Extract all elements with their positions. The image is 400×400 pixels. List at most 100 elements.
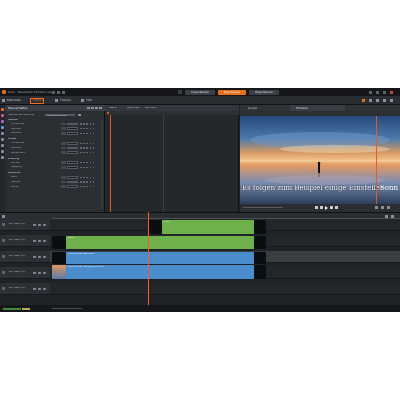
toolbar-effekte[interactable]: Effekte: [33, 99, 43, 102]
keyframe-toggle-icon[interactable]: [92, 127, 95, 130]
help-icon[interactable]: [369, 90, 372, 94]
keyframe-toggle-icon[interactable]: [86, 176, 88, 179]
value-field[interactable]: [67, 142, 78, 145]
keyframe-toggle-icon[interactable]: [89, 166, 92, 169]
value-stepper[interactable]: [61, 161, 66, 164]
keyframe-toggle-icon[interactable]: [86, 142, 88, 145]
value-field[interactable]: [67, 161, 78, 164]
keyframe-toggle-icon[interactable]: [80, 151, 82, 154]
keyframe-toggle-icon[interactable]: [83, 132, 85, 135]
audio-tool-icon[interactable]: [1, 132, 4, 135]
tab-bearbeiten[interactable]: Bearbeiten: [218, 89, 246, 95]
layout-icon[interactable]: [369, 98, 372, 102]
scrub-bar[interactable]: [243, 207, 283, 209]
fast-forward-icon[interactable]: [335, 206, 338, 209]
keyframe-toggle-icon[interactable]: [89, 123, 92, 125]
reset-icon[interactable]: [87, 106, 90, 110]
keyframe-toggle-icon[interactable]: [92, 176, 95, 179]
keyframe-toggle-icon[interactable]: [89, 151, 92, 154]
value-field[interactable]: [67, 127, 78, 130]
keyframe-toggle-icon[interactable]: [83, 166, 85, 169]
step-back-icon[interactable]: [320, 206, 323, 209]
keyframe-toggle-icon[interactable]: [89, 181, 92, 183]
keyframe-toggle-icon[interactable]: [80, 185, 82, 188]
track-visibility-icon[interactable]: [2, 287, 5, 290]
value-field[interactable]: [67, 176, 78, 179]
speed-tool-icon[interactable]: [1, 150, 4, 153]
zoom-icon[interactable]: [385, 215, 388, 218]
timeline-clip[interactable]: Titel: [148, 220, 266, 234]
keyframe-toggle-icon[interactable]: [86, 123, 88, 125]
fit-icon[interactable]: [391, 215, 394, 218]
keyframe-toggle-icon[interactable]: [86, 132, 88, 135]
keyframe-toggle-icon[interactable]: [89, 147, 92, 149]
keyframe-toggle-icon[interactable]: [89, 176, 92, 179]
keyframe-toggle-icon[interactable]: [80, 123, 82, 125]
view-icon[interactable]: [390, 98, 393, 102]
value-stepper[interactable]: [61, 122, 66, 126]
value-field[interactable]: [67, 166, 78, 169]
mute-icon[interactable]: [38, 223, 41, 227]
preset-save-icon[interactable]: [78, 113, 81, 117]
keyframe-toggle-icon[interactable]: [86, 147, 88, 149]
mute-icon[interactable]: [38, 287, 41, 291]
timeline-ruler[interactable]: [0, 212, 400, 219]
keyframe-toggle-icon[interactable]: [83, 142, 85, 145]
track-visibility-icon[interactable]: [2, 271, 5, 274]
effects-section-title[interactable]: Position: [8, 119, 18, 122]
solo-icon[interactable]: [43, 255, 46, 259]
timeline-scrollbar[interactable]: [52, 308, 82, 309]
effects-section-title[interactable]: Größe: [8, 138, 16, 141]
keyframe-toggle-icon[interactable]: [86, 181, 88, 183]
rewind-icon[interactable]: [315, 206, 318, 209]
save-icon[interactable]: [62, 90, 65, 94]
text-tool-icon[interactable]: [1, 138, 4, 141]
lock-icon[interactable]: [33, 255, 36, 259]
mute-icon[interactable]: [38, 271, 41, 275]
keyframe-toggle-icon[interactable]: [92, 166, 95, 169]
lock-icon[interactable]: [33, 239, 36, 243]
value-field[interactable]: [67, 132, 78, 135]
track-visibility-icon[interactable]: [2, 239, 5, 242]
lock-icon[interactable]: [33, 223, 36, 227]
effects-section-title[interactable]: Drehung: [8, 158, 19, 161]
value-stepper[interactable]: [61, 146, 66, 150]
fullscreen-preview-icon[interactable]: [381, 206, 384, 209]
mute-icon[interactable]: [38, 239, 41, 243]
track-header[interactable]: A/V Spur (4): [0, 219, 50, 231]
step-forward-icon[interactable]: [330, 206, 333, 209]
keyframe-toggle-icon[interactable]: [83, 147, 85, 149]
volume-icon[interactable]: [375, 206, 378, 209]
keyframe-toggle-icon[interactable]: [89, 161, 92, 164]
fullscreen-icon[interactable]: [376, 98, 379, 102]
keyframe-toggle-icon[interactable]: [92, 151, 95, 154]
value-field[interactable]: [67, 151, 78, 154]
motion-tool-icon[interactable]: [1, 156, 4, 159]
lock-icon[interactable]: [33, 287, 36, 291]
keyframe-toggle-icon[interactable]: [80, 176, 82, 179]
keyframe-toggle-icon[interactable]: [89, 142, 92, 145]
keyframe-toggle-icon[interactable]: [86, 127, 88, 130]
mute-icon[interactable]: [38, 255, 41, 259]
keyframe-toggle-icon[interactable]: [83, 127, 85, 130]
tab-importieren[interactable]: Importieren: [185, 89, 215, 95]
value-stepper[interactable]: [61, 166, 66, 169]
keyframe-toggle-icon[interactable]: [80, 142, 82, 145]
keyframe-toggle-icon[interactable]: [83, 185, 85, 188]
keyframe-toggle-icon[interactable]: [83, 176, 85, 179]
minimize-icon[interactable]: [376, 90, 379, 94]
keyframe-toggle-icon[interactable]: [92, 142, 95, 145]
snapshot-icon[interactable]: [387, 206, 390, 209]
play-icon[interactable]: [325, 205, 328, 210]
maximize-icon[interactable]: [383, 90, 386, 94]
toolbar-bibliothek[interactable]: Bibliothek: [7, 99, 21, 102]
keyframe-toggle-icon[interactable]: [83, 123, 85, 125]
keyframe-toggle-icon[interactable]: [80, 181, 82, 183]
close-icon[interactable]: [390, 90, 393, 94]
value-field[interactable]: [67, 180, 78, 184]
effects-tool-icon[interactable]: [1, 108, 4, 111]
track-header[interactable]: A/V Spur (0): [0, 283, 50, 295]
timeline-settings-icon[interactable]: [2, 215, 5, 218]
track-header[interactable]: A/V Spur (3): [0, 235, 50, 247]
keyframe-toggle-icon[interactable]: [86, 151, 88, 154]
